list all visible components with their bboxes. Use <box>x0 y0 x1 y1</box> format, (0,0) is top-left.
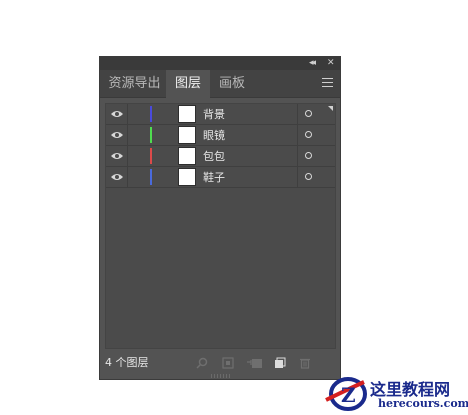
panel-footer: 4 个图层 <box>100 352 340 374</box>
search-icon[interactable] <box>196 357 208 369</box>
svg-text:Z: Z <box>341 383 356 407</box>
column-divider <box>297 125 298 145</box>
watermark-url: herecours.com <box>378 397 468 410</box>
column-divider <box>127 146 128 166</box>
column-divider <box>127 125 128 145</box>
column-divider <box>297 167 298 187</box>
layer-row[interactable]: 背景 <box>106 104 335 125</box>
column-divider <box>127 104 128 124</box>
layer-count: 4 个图层 <box>105 356 149 369</box>
layer-thumbnail <box>178 126 196 144</box>
column-divider <box>297 146 298 166</box>
layer-thumbnail <box>178 105 196 123</box>
layers-list[interactable]: 背景 眼镜 包包 鞋子 <box>105 103 336 349</box>
clipping-mask-icon[interactable] <box>247 357 263 369</box>
layer-row[interactable]: 鞋子 <box>106 167 335 188</box>
target-circle-icon[interactable] <box>305 110 312 117</box>
layer-name[interactable]: 鞋子 <box>203 167 225 188</box>
layer-row[interactable]: 包包 <box>106 146 335 167</box>
layer-thumbnail <box>178 147 196 165</box>
tab-artboards[interactable]: 画板 <box>210 70 254 97</box>
export-icon[interactable] <box>222 357 234 369</box>
target-circle-icon[interactable] <box>305 152 312 159</box>
layer-name[interactable]: 眼镜 <box>203 125 225 146</box>
target-circle-icon[interactable] <box>305 173 312 180</box>
layer-name[interactable]: 背景 <box>203 104 225 125</box>
panel-titlebar[interactable]: ◂◂ ✕ <box>100 57 340 70</box>
hamburger-menu-icon[interactable] <box>322 78 333 87</box>
tab-layers[interactable]: 图层 <box>166 70 210 98</box>
column-divider <box>127 167 128 187</box>
layer-row[interactable]: 眼镜 <box>106 125 335 146</box>
watermark: Z 这里教程网 herecours.com <box>320 372 468 415</box>
eye-icon[interactable] <box>111 131 123 139</box>
eye-icon[interactable] <box>111 110 123 118</box>
target-circle-icon[interactable] <box>305 131 312 138</box>
close-panel-icon[interactable]: ✕ <box>327 57 335 70</box>
layer-thumbnail <box>178 168 196 186</box>
eye-icon[interactable] <box>111 173 123 181</box>
layer-color-bar <box>150 148 152 164</box>
layers-panel: ◂◂ ✕ 资源导出 图层 画板 背景 眼镜 包包 鞋子 4 个图层 <box>99 56 341 380</box>
site-logo-icon: Z <box>325 377 367 411</box>
panel-tabs: 资源导出 图层 画板 <box>100 70 340 98</box>
trash-icon[interactable] <box>299 357 311 369</box>
eye-icon[interactable] <box>111 152 123 160</box>
tab-asset-export[interactable]: 资源导出 <box>103 70 166 97</box>
layer-color-bar <box>150 106 152 122</box>
layer-color-bar <box>150 127 152 143</box>
new-layer-icon[interactable] <box>274 357 286 369</box>
layer-name[interactable]: 包包 <box>203 146 225 167</box>
collapse-panel-icon[interactable]: ◂◂ <box>309 57 316 70</box>
column-divider <box>297 104 298 124</box>
layer-color-bar <box>150 169 152 185</box>
resize-grip[interactable] <box>211 374 231 378</box>
